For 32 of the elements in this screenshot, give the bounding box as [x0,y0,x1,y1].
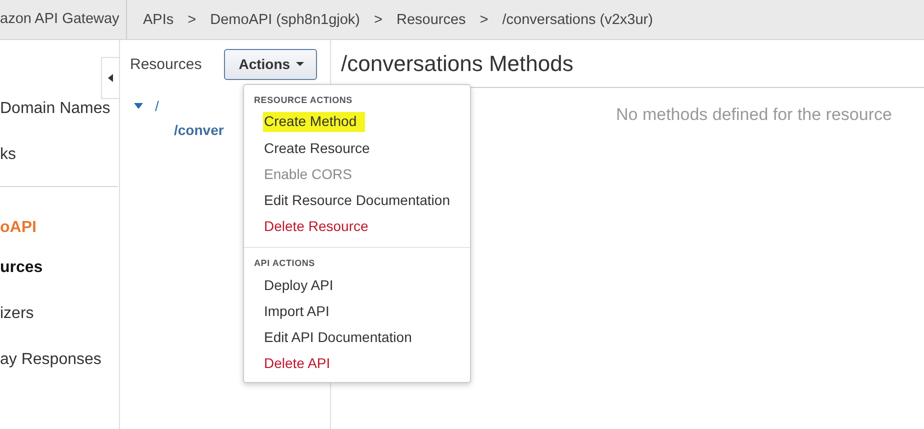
breadcrumb-separator: > [374,12,382,28]
menu-section-heading: API ACTIONS [253,258,316,268]
service-link[interactable]: azon API Gateway [0,0,127,39]
menu-item[interactable]: Create Method [263,112,365,132]
menu-item[interactable]: Edit API Documentation [264,329,412,345]
caret-left-icon [108,74,114,82]
breadcrumb-link[interactable]: DemoAPI (sph8n1gjok) [210,12,360,28]
page-title: /conversations Methods [341,50,574,76]
sidebar-item[interactable]: ks [0,146,119,192]
panel-title: Resources [130,56,202,72]
breadcrumb-separator: > [188,12,196,28]
actions-button[interactable]: Actions [224,48,318,80]
menu-item[interactable]: Delete API [264,355,330,371]
sidebar-item[interactable]: urces [0,259,119,305]
menu-item[interactable]: Delete Resource [264,218,368,234]
menu-item[interactable]: Import API [264,303,330,319]
sidebar-item[interactable]: izers [0,305,119,351]
menu-item[interactable]: Deploy API [264,277,334,293]
breadcrumb-link[interactable]: Resources [396,12,466,28]
sidebar-item[interactable]: ay Responses [0,351,119,397]
menu-item[interactable]: Create Resource [264,140,370,156]
caret-down-icon [296,62,304,66]
collapse-tab[interactable] [101,57,119,99]
resource-link[interactable]: / [155,98,159,114]
caret-down-icon[interactable] [134,102,143,108]
menu-section-heading: RESOURCE ACTIONS [253,95,354,105]
resource-link[interactable]: /conver [174,122,224,138]
sidebar-item[interactable]: Domain Names [0,100,119,146]
breadcrumb-link[interactable]: /conversations (v2x3ur) [502,12,653,28]
breadcrumb-link[interactable]: APIs [143,12,174,28]
breadcrumb-separator: > [480,12,488,28]
menu-item[interactable]: Edit Resource Documentation [264,192,450,208]
